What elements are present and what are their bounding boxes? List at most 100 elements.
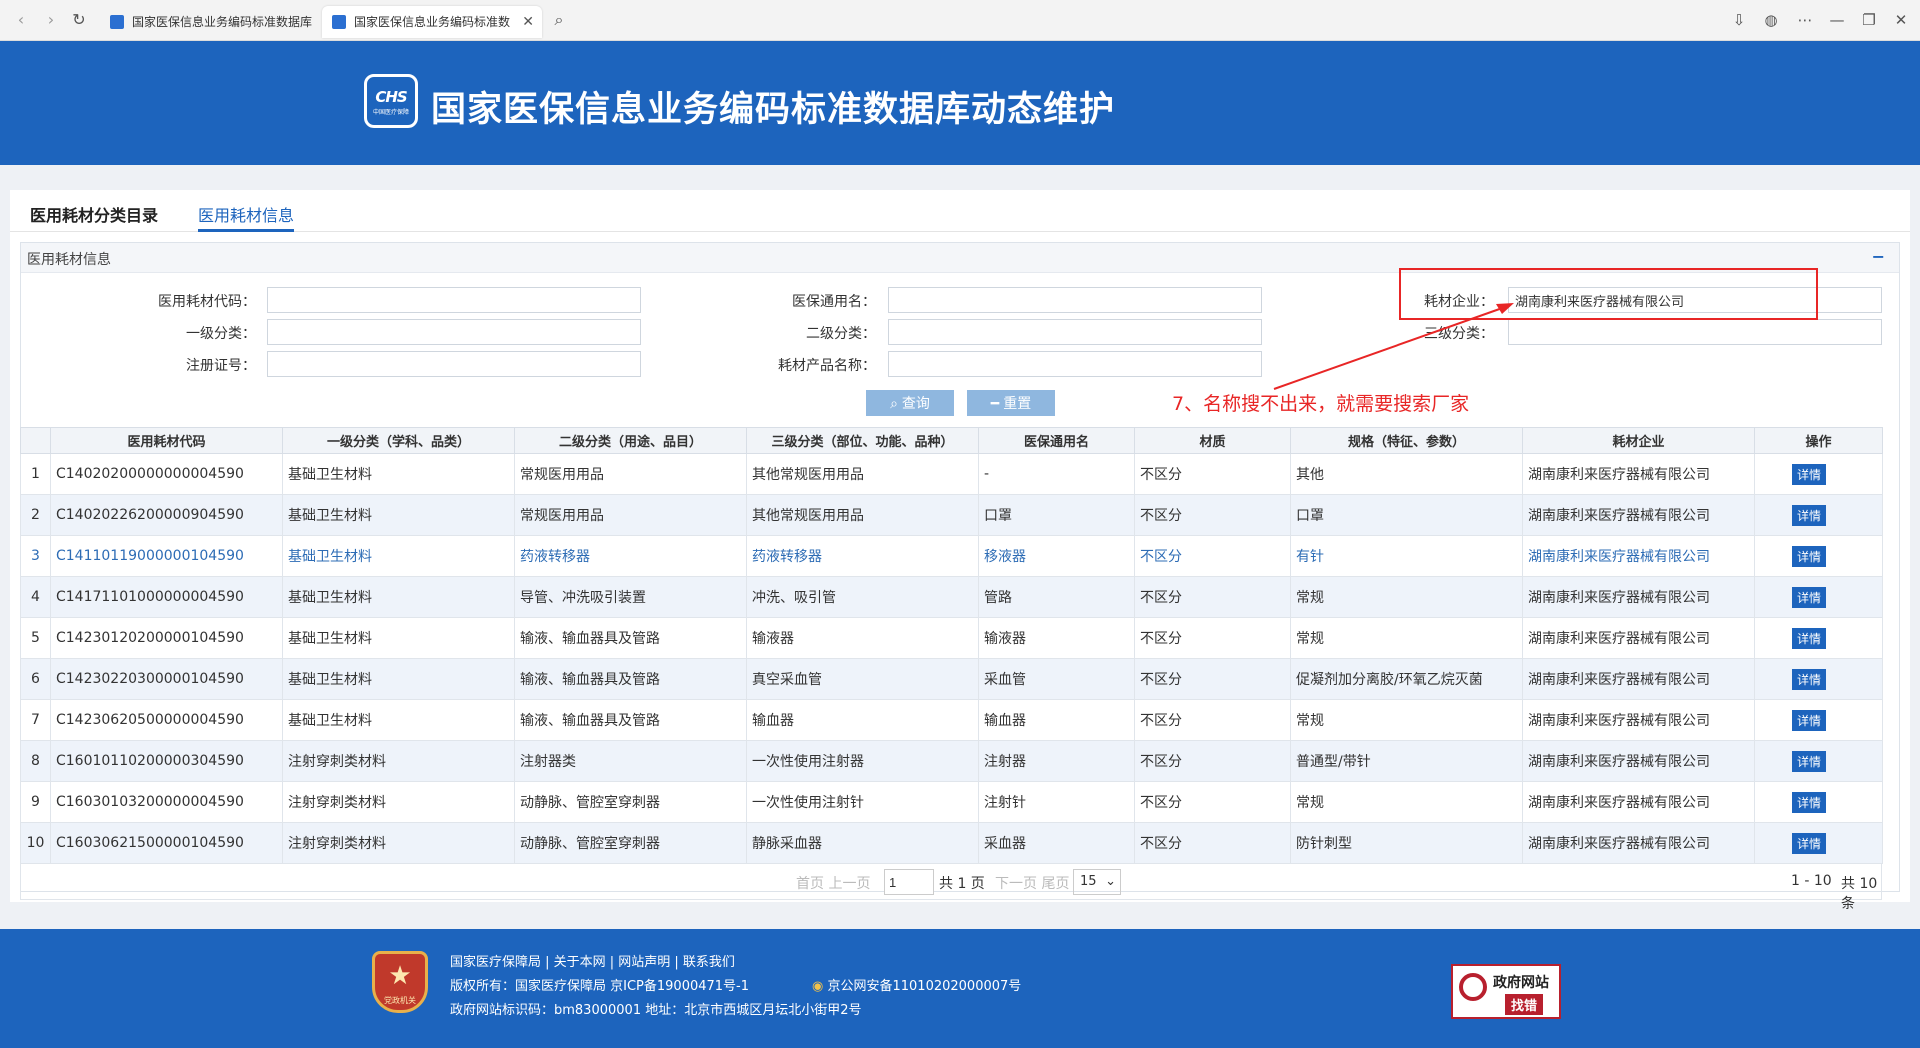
cell-spec: 常规 bbox=[1290, 576, 1523, 618]
table-row[interactable]: 5 C14230120200000104590 基础卫生材料 输液、输血器具及管路 输液… bbox=[20, 617, 1883, 659]
page-size-select[interactable]: 15 ⌄ bbox=[1073, 869, 1121, 895]
more-menu-icon[interactable]: ⋯ bbox=[1794, 9, 1816, 31]
cell-company: 湖南康利来医疗器械有限公司 bbox=[1522, 535, 1755, 577]
cell-code: C16030621500000104590 bbox=[50, 822, 283, 864]
next-last-links[interactable]: 下一页 尾页 bbox=[995, 873, 1069, 893]
cell-l2: 药液转移器 bbox=[514, 535, 747, 577]
download-icon[interactable]: ⇩ bbox=[1728, 9, 1750, 31]
search-tab-icon[interactable]: ⌕ bbox=[548, 9, 570, 31]
generic-name-input[interactable] bbox=[888, 287, 1262, 313]
cell-l3: 冲洗、吸引管 bbox=[746, 576, 979, 618]
results-table: 医用耗材代码 一级分类（学科、品类） 二级分类（用途、品目） 三级分类（部位、功… bbox=[20, 427, 1883, 864]
panel-title: 医用耗材信息 bbox=[27, 252, 111, 268]
cell-idx: 8 bbox=[20, 740, 51, 782]
minimize-icon[interactable]: — bbox=[1826, 9, 1848, 31]
logo-subtext: 中国医疗保障 bbox=[372, 109, 409, 116]
page-number-input[interactable] bbox=[884, 869, 934, 895]
code-input[interactable] bbox=[267, 287, 641, 313]
detail-button[interactable]: 详情 bbox=[1792, 627, 1827, 649]
cell-generic: 管路 bbox=[978, 576, 1135, 618]
table-row[interactable]: 8 C16010110200000304590 注射穿刺类材料 注射器类 一次性使用注射… bbox=[20, 740, 1883, 782]
cell-spec: 常规 bbox=[1290, 781, 1523, 823]
table-row[interactable]: 6 C14230220300000104590 基础卫生材料 输液、输血器具及管路 真空… bbox=[20, 658, 1883, 700]
cell-company: 湖南康利来医疗器械有限公司 bbox=[1522, 699, 1755, 741]
table-row[interactable]: 10 C16030621500000104590 注射穿刺类材料 动静脉、管腔室穿刺器… bbox=[20, 822, 1883, 864]
cell-l3: 输血器 bbox=[746, 699, 979, 741]
footer-police-record[interactable]: ◉ 京公网安备11010202000007号 bbox=[812, 975, 1021, 994]
cell-code: C14230120200000104590 bbox=[50, 617, 283, 659]
annotation-text: 7、名称搜不出来，就需要搜索厂家 bbox=[1172, 393, 1470, 415]
column-header: 操作 bbox=[1754, 427, 1883, 454]
table-row[interactable]: 3 C14110119000000104590 基础卫生材料 药液转移器 药液转移器 移液… bbox=[20, 535, 1883, 577]
detail-button[interactable]: 详情 bbox=[1792, 668, 1827, 690]
column-header: 规格（特征、参数） bbox=[1290, 427, 1523, 454]
detail-button[interactable]: 详情 bbox=[1792, 463, 1827, 485]
chs-logo: CHS 中国医疗保障 bbox=[364, 74, 418, 128]
cell-l1: 基础卫生材料 bbox=[282, 494, 515, 536]
detail-button[interactable]: 详情 bbox=[1792, 791, 1827, 813]
browser-tab-1[interactable]: 国家医保信息业务编码标准数据库 bbox=[100, 6, 320, 38]
cell-material: 不区分 bbox=[1134, 453, 1291, 495]
site-header: CHS 中国医疗保障 国家医保信息业务编码标准数据库动态维护 bbox=[0, 41, 1920, 165]
cell-l1: 注射穿刺类材料 bbox=[282, 822, 515, 864]
first-prev-links[interactable]: 首页 上一页 bbox=[796, 873, 870, 893]
globe-icon[interactable]: ◍ bbox=[1760, 9, 1782, 31]
registration-input[interactable] bbox=[267, 351, 641, 377]
footer-links[interactable]: 国家医疗保障局 | 关于本网 | 网站声明 | 联系我们 bbox=[450, 951, 735, 970]
cell-action: 详情 bbox=[1754, 781, 1883, 823]
detail-button[interactable]: 详情 bbox=[1792, 709, 1827, 731]
reset-button[interactable]: ━ 重置 bbox=[967, 390, 1055, 416]
back-icon[interactable]: ‹ bbox=[10, 9, 32, 31]
registration-label: 注册证号： bbox=[186, 358, 256, 374]
cell-code: C14171101000000004590 bbox=[50, 576, 283, 618]
table-row[interactable]: 4 C14171101000000004590 基础卫生材料 导管、冲洗吸引装置 冲洗、… bbox=[20, 576, 1883, 618]
cell-l1: 基础卫生材料 bbox=[282, 453, 515, 495]
collapse-icon[interactable]: − bbox=[1872, 247, 1885, 266]
tab-consumable-info[interactable]: 医用耗材信息 bbox=[198, 202, 295, 232]
cell-generic: 采血器 bbox=[978, 822, 1135, 864]
cell-spec: 有针 bbox=[1290, 535, 1523, 577]
party-gov-emblem-icon[interactable]: ★ 党政机关 bbox=[372, 951, 428, 1013]
forward-icon[interactable]: › bbox=[40, 9, 62, 31]
query-button[interactable]: ⌕ 查询 bbox=[866, 390, 954, 416]
table-row[interactable]: 1 C14020200000000004590 基础卫生材料 常规医用用品 其他常规医用… bbox=[20, 453, 1883, 495]
site-favicon-icon bbox=[332, 15, 346, 29]
code-label: 医用耗材代码： bbox=[158, 294, 256, 310]
detail-button[interactable]: 详情 bbox=[1792, 545, 1827, 567]
level2-input[interactable] bbox=[888, 319, 1262, 345]
detail-button[interactable]: 详情 bbox=[1792, 832, 1827, 854]
close-window-icon[interactable]: ✕ bbox=[1890, 9, 1912, 31]
browser-tab-2[interactable]: 国家医保信息业务编码标准数 ✕ bbox=[322, 6, 542, 38]
search-icon: ⌕ bbox=[890, 396, 898, 412]
cell-code: C16010110200000304590 bbox=[50, 740, 283, 782]
cell-action: 详情 bbox=[1754, 535, 1883, 577]
cell-material: 不区分 bbox=[1134, 576, 1291, 618]
level3-label: 三级分类： bbox=[1424, 326, 1494, 342]
column-header: 三级分类（部位、功能、品种） bbox=[746, 427, 979, 454]
cell-l3: 静脉采血器 bbox=[746, 822, 979, 864]
detail-button[interactable]: 详情 bbox=[1792, 586, 1827, 608]
cell-idx: 4 bbox=[20, 576, 51, 618]
cell-company: 湖南康利来医疗器械有限公司 bbox=[1522, 658, 1755, 700]
cell-generic: 注射针 bbox=[978, 781, 1135, 823]
level1-input[interactable] bbox=[267, 319, 641, 345]
level2-label: 二级分类： bbox=[806, 326, 876, 342]
total-count: 共 10 条 bbox=[1841, 876, 1878, 912]
tab-category-catalog[interactable]: 医用耗材分类目录 bbox=[30, 202, 158, 232]
restore-icon[interactable]: ❐ bbox=[1858, 9, 1880, 31]
magnifier-icon bbox=[1459, 973, 1487, 1001]
table-row[interactable]: 9 C16030103200000004590 注射穿刺类材料 动静脉、管腔室穿刺器一… bbox=[20, 781, 1883, 823]
detail-button[interactable]: 详情 bbox=[1792, 504, 1827, 526]
level3-input[interactable] bbox=[1508, 319, 1882, 345]
close-tab-icon[interactable]: ✕ bbox=[522, 6, 534, 38]
cell-l3: 其他常规医用用品 bbox=[746, 494, 979, 536]
cell-action: 详情 bbox=[1754, 822, 1883, 864]
cell-l2: 注射器类 bbox=[514, 740, 747, 782]
gov-site-error-report-badge[interactable]: 政府网站 找错 bbox=[1451, 964, 1561, 1019]
table-row[interactable]: 7 C14230620500000004590 基础卫生材料 输液、输血器具及管路 输血… bbox=[20, 699, 1883, 741]
detail-button[interactable]: 详情 bbox=[1792, 750, 1827, 772]
cell-l2: 输液、输血器具及管路 bbox=[514, 699, 747, 741]
refresh-icon[interactable]: ↻ bbox=[68, 9, 90, 31]
product-name-input[interactable] bbox=[888, 351, 1262, 377]
table-row[interactable]: 2 C14020226200000904590 基础卫生材料 常规医用用品 其他常规医用… bbox=[20, 494, 1883, 536]
